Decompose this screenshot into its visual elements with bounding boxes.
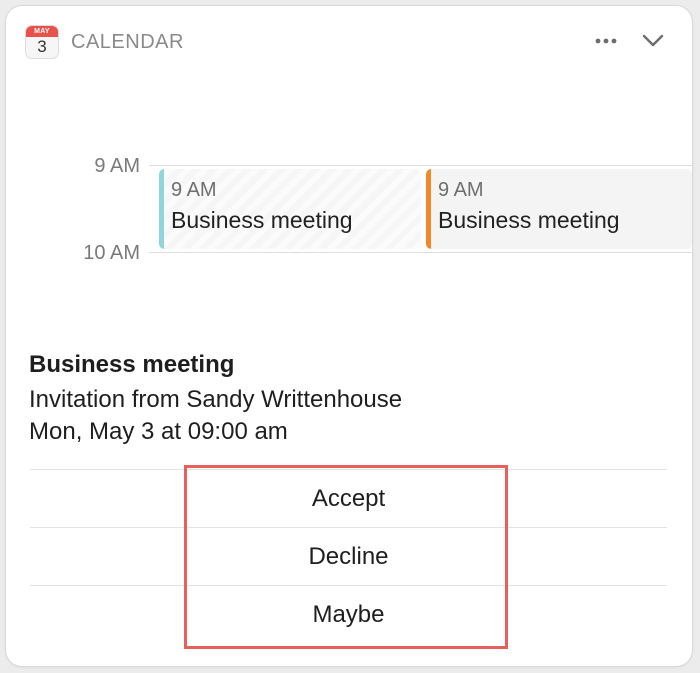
event-color-bar	[426, 169, 431, 249]
calendar-icon-day: 3	[37, 37, 47, 56]
event-title: Business meeting	[171, 207, 353, 233]
invitation-sender: Invitation from Sandy Writtenhouse	[29, 386, 403, 413]
event-block[interactable]: 9 AM Business meeting	[159, 169, 421, 249]
calendar-widget: MAY 3 CALENDAR 9 AM 10 AM 9 AM Business …	[6, 6, 692, 666]
event-color-bar	[159, 169, 164, 249]
event-time: 9 AM	[171, 179, 217, 201]
timeline-label-10am: 10 AM	[83, 242, 140, 264]
more-options-icon[interactable]	[593, 30, 619, 52]
widget-title: CALENDAR	[71, 31, 184, 53]
timeline-gridline	[149, 165, 692, 166]
timeline-label-9am: 9 AM	[94, 155, 140, 177]
decline-button[interactable]: Decline	[30, 529, 667, 585]
chevron-down-icon[interactable]	[639, 30, 667, 52]
event-title: Business meeting	[438, 207, 620, 233]
event-block[interactable]: 9 AM Business meeting	[426, 169, 692, 249]
invitation-title: Business meeting	[29, 351, 235, 378]
widget-header: MAY 3 CALENDAR	[6, 6, 692, 76]
invitation-datetime: Mon, May 3 at 09:00 am	[29, 418, 288, 445]
divider	[30, 585, 667, 586]
divider	[30, 527, 667, 528]
divider	[30, 469, 667, 470]
calendar-app-icon: MAY 3	[26, 26, 58, 58]
event-time: 9 AM	[438, 179, 484, 201]
accept-button[interactable]: Accept	[30, 471, 667, 527]
maybe-button[interactable]: Maybe	[30, 587, 667, 643]
timeline-gridline	[149, 252, 692, 253]
